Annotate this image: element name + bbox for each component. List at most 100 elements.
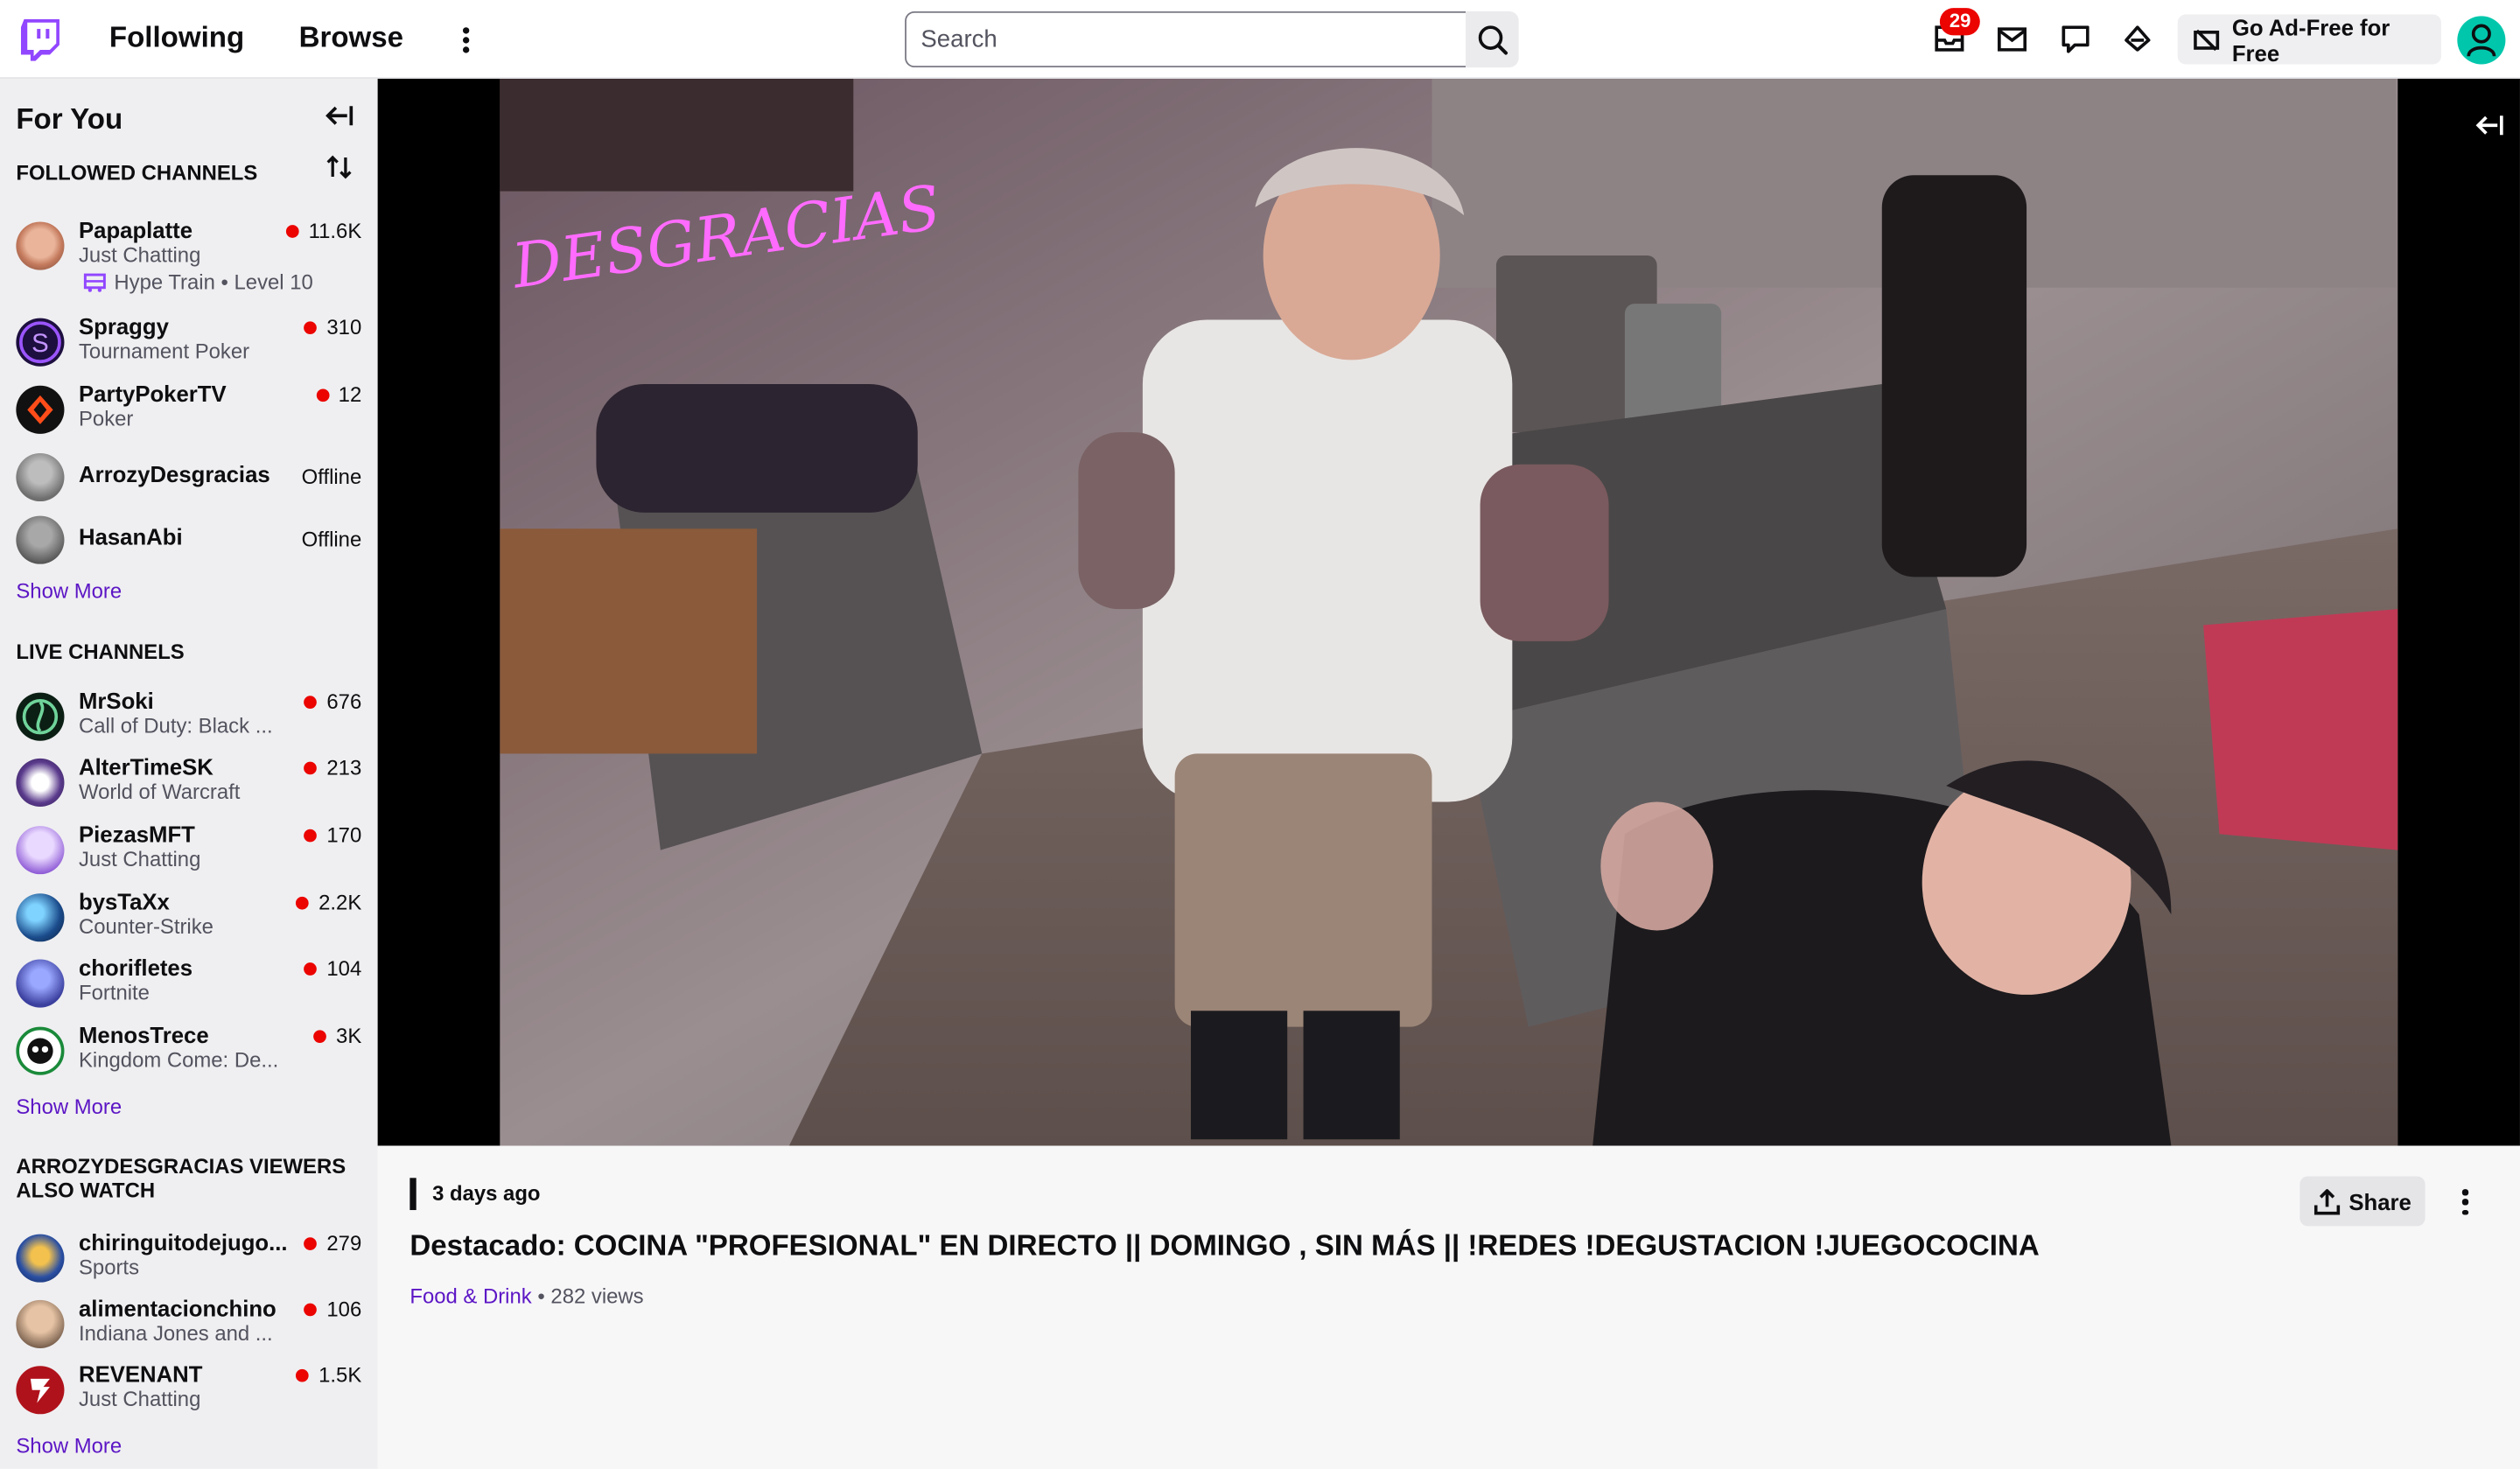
collapse-sidebar-icon[interactable] bbox=[325, 104, 354, 127]
channel-name: PartyPokerTV bbox=[78, 381, 227, 407]
followed-channel-partypokertv[interactable]: PartyPokerTV Poker 12 bbox=[0, 381, 378, 444]
nav-browse[interactable]: Browse bbox=[299, 21, 403, 55]
also-watch-channel-alimentacionchino[interactable]: alimentacionchino Indiana Jones and ... … bbox=[0, 1295, 378, 1359]
top-nav: Following Browse 29 Go Ad-Free for Free bbox=[0, 0, 2520, 79]
channel-name: Spraggy bbox=[78, 313, 169, 339]
avatar bbox=[16, 692, 65, 741]
whispers-button[interactable] bbox=[1993, 19, 2032, 58]
chat-bubble-icon bbox=[2061, 24, 2089, 52]
show-more-live[interactable]: Show More bbox=[16, 1095, 122, 1119]
channel-name: Papaplatte bbox=[78, 216, 193, 243]
channel-name: PiezasMFT bbox=[78, 821, 195, 847]
channel-game: Just Chatting bbox=[78, 242, 201, 267]
user-icon bbox=[2467, 24, 2496, 57]
sidebar-title: For You bbox=[16, 102, 123, 136]
viewer-count: 104 bbox=[304, 956, 361, 980]
avatar bbox=[16, 221, 65, 270]
mail-icon bbox=[1998, 26, 2027, 51]
channel-game: World of Warcraft bbox=[78, 779, 241, 804]
show-more-followed[interactable]: Show More bbox=[16, 578, 122, 603]
followed-channel-hasanabi[interactable]: HasanAbi Offline bbox=[0, 511, 378, 575]
chat-button[interactable] bbox=[2055, 19, 2094, 58]
search-button[interactable] bbox=[1466, 10, 1519, 68]
channel-name: chorifletes bbox=[78, 954, 193, 981]
avatar bbox=[16, 826, 65, 875]
sort-icon[interactable] bbox=[326, 154, 352, 179]
video-meta: Food & Drink • 282 views bbox=[410, 1284, 643, 1309]
video-frame[interactable]: DESGRACIAS bbox=[500, 78, 2398, 1146]
channel-name: alimentacionchino bbox=[78, 1295, 276, 1321]
show-more-also-watch[interactable]: Show More bbox=[16, 1433, 122, 1458]
also-watch-header-line1: ARROZYDESGRACIAS VIEWERS bbox=[16, 1153, 346, 1179]
no-ads-icon bbox=[2194, 28, 2220, 51]
search-icon bbox=[1477, 24, 1508, 54]
live-dot-icon bbox=[296, 1368, 310, 1382]
viewer-count: 310 bbox=[304, 315, 361, 339]
channel-game: Tournament Poker bbox=[78, 339, 250, 364]
live-channel-mrsoki[interactable]: MrSoki Call of Duty: Black ... 676 bbox=[0, 688, 378, 752]
live-dot-icon bbox=[304, 760, 318, 774]
channel-name: REVENANT bbox=[78, 1361, 203, 1388]
also-watch-channel-chiringuito[interactable]: chiringuitodejugo... Sports 279 bbox=[0, 1229, 378, 1293]
live-channel-bystaxx[interactable]: bysTaXx Counter-Strike 2.2K bbox=[0, 889, 378, 953]
live-dot-icon bbox=[304, 320, 318, 334]
meta-separator: • bbox=[537, 1284, 545, 1309]
live-channel-piezasmft[interactable]: PiezasMFT Just Chatting 170 bbox=[0, 822, 378, 885]
live-dot-icon bbox=[304, 1236, 318, 1250]
crown-icon bbox=[2124, 25, 2151, 52]
avatar bbox=[16, 959, 65, 1008]
also-watch-channel-revenant[interactable]: REVENANT Just Chatting 1.5K bbox=[0, 1361, 378, 1425]
also-watch-header-line2: ALSO WATCH bbox=[16, 1178, 156, 1202]
twitch-logo-icon[interactable] bbox=[20, 19, 60, 61]
more-options-icon[interactable] bbox=[2459, 1186, 2472, 1218]
video-title: Destacado: COCINA "PROFESIONAL" EN DIREC… bbox=[410, 1229, 2040, 1262]
video-player[interactable]: DESGRACIAS bbox=[377, 78, 2520, 1146]
live-channel-chorifletes[interactable]: chorifletes Fortnite 104 bbox=[0, 955, 378, 1018]
expand-chat-icon[interactable] bbox=[2475, 114, 2504, 136]
avatar bbox=[16, 515, 65, 564]
channel-game: Just Chatting bbox=[78, 846, 201, 871]
hype-train-icon bbox=[83, 272, 106, 291]
live-dot-icon bbox=[304, 1302, 318, 1316]
notification-badge: 29 bbox=[1939, 8, 1981, 36]
nav-following[interactable]: Following bbox=[109, 21, 244, 55]
video-info: 3 days ago Destacado: COCINA "PROFESIONA… bbox=[377, 1145, 2520, 1469]
search-bar bbox=[905, 10, 1519, 68]
live-channel-menostrece[interactable]: MenosTrece Kingdom Come: De... 3K bbox=[0, 1022, 378, 1086]
sidebar: For You FOLLOWED CHANNELS Papaplatte Jus… bbox=[0, 78, 378, 1469]
share-label: Share bbox=[2348, 1188, 2412, 1214]
avatar bbox=[16, 758, 65, 808]
channel-game: Call of Duty: Black ... bbox=[78, 713, 273, 738]
ago-bar bbox=[410, 1178, 416, 1211]
followed-channel-papaplatte[interactable]: Papaplatte Just Chatting 11.6K Hype Trai… bbox=[0, 216, 378, 294]
hype-train-label: Hype Train • Level 10 bbox=[83, 270, 313, 294]
avatar bbox=[16, 893, 65, 942]
channel-name: bysTaXx bbox=[78, 888, 170, 915]
live-dot-icon bbox=[296, 895, 310, 909]
viewer-count: 2.2K bbox=[296, 891, 361, 914]
viewer-count: 676 bbox=[304, 689, 361, 713]
more-options-icon[interactable] bbox=[457, 23, 476, 58]
share-button[interactable]: Share bbox=[2300, 1176, 2426, 1227]
live-dot-icon bbox=[315, 388, 329, 402]
live-channel-altertimesk[interactable]: AlterTimeSK World of Warcraft 213 bbox=[0, 753, 378, 817]
viewer-count: 12 bbox=[315, 382, 361, 407]
offline-status: Offline bbox=[301, 527, 362, 551]
search-input[interactable] bbox=[905, 10, 1466, 68]
live-dot-icon bbox=[313, 1029, 327, 1043]
live-dot-icon bbox=[304, 962, 318, 975]
followed-channels-header: FOLLOWED CHANNELS bbox=[16, 160, 258, 185]
channel-name: AlterTimeSK bbox=[78, 753, 214, 780]
upload-time: 3 days ago bbox=[432, 1180, 541, 1206]
share-icon bbox=[2313, 1188, 2340, 1214]
user-avatar[interactable] bbox=[2457, 16, 2506, 65]
prime-button[interactable] bbox=[2118, 19, 2157, 58]
go-adfree-button[interactable]: Go Ad-Free for Free bbox=[2177, 14, 2441, 65]
channel-name: MenosTrece bbox=[78, 1022, 209, 1048]
view-count: 282 views bbox=[550, 1284, 644, 1309]
followed-channel-spraggy[interactable]: S Spraggy Tournament Poker 310 bbox=[0, 313, 378, 377]
followed-channel-arrozydesgracias[interactable]: ArrozyDesgracias Offline bbox=[0, 448, 378, 512]
viewer-count: 279 bbox=[304, 1231, 361, 1255]
category-link[interactable]: Food & Drink bbox=[410, 1284, 531, 1309]
channel-name: HasanAbi bbox=[78, 523, 183, 550]
